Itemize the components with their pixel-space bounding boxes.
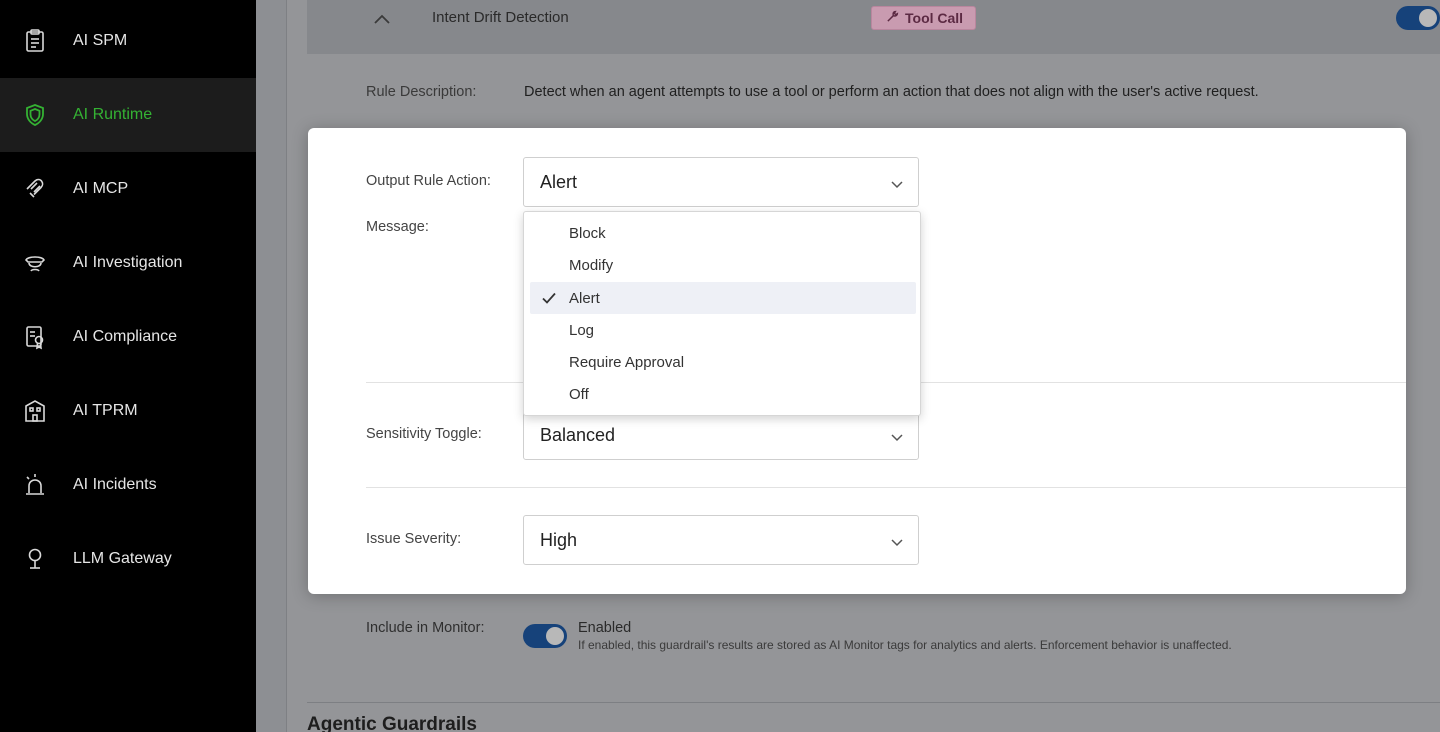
sidebar-item-label: LLM Gateway xyxy=(73,550,172,567)
include-in-monitor-toggle[interactable] xyxy=(523,624,567,648)
compliance-icon xyxy=(22,324,48,350)
section-title: Agentic Guardrails xyxy=(307,714,477,732)
sidebar-item-label: AI SPM xyxy=(73,32,128,49)
option-label: Log xyxy=(569,321,595,339)
badge-label: Tool Call xyxy=(905,10,964,26)
chevron-down-icon xyxy=(890,533,904,547)
clipboard-icon xyxy=(22,28,48,54)
sidebar-item-label: AI Compliance xyxy=(73,328,178,345)
sidebar-item-label: AI Investigation xyxy=(73,254,183,271)
option-require-approval[interactable]: Require Approval xyxy=(530,346,916,378)
option-modify[interactable]: Modify xyxy=(530,249,916,281)
option-label: Alert xyxy=(569,289,600,307)
sidebar-item-ai-incidents[interactable]: AI Incidents xyxy=(0,448,256,522)
sidebar-item-label: AI TPRM xyxy=(73,402,138,419)
issue-severity-select[interactable]: High xyxy=(523,515,919,565)
divider xyxy=(366,487,1406,488)
rule-description-label: Rule Description: xyxy=(366,84,477,100)
chevron-down-icon xyxy=(890,428,904,442)
building-icon xyxy=(22,398,48,424)
sidebar: AI SPM AI Runtime AI MCP AI Investigatio… xyxy=(0,0,256,732)
option-label: Off xyxy=(569,385,589,403)
option-block[interactable]: Block xyxy=(530,217,916,249)
issue-severity-label: Issue Severity: xyxy=(366,531,462,547)
option-log[interactable]: Log xyxy=(530,314,916,346)
sidebar-item-ai-compliance[interactable]: AI Compliance xyxy=(0,300,256,374)
mcp-icon xyxy=(22,176,48,202)
message-label: Message: xyxy=(366,219,429,235)
chevron-down-icon xyxy=(890,175,904,189)
gateway-icon xyxy=(22,546,48,572)
checkmark-icon xyxy=(541,290,557,306)
output-rule-action-dropdown: Block Modify Alert Log Require Approval … xyxy=(523,211,921,416)
monitor-help-text: If enabled, this guardrail's results are… xyxy=(578,638,1232,652)
monitor-status: Enabled xyxy=(578,620,632,636)
option-label: Modify xyxy=(569,256,614,274)
sidebar-item-ai-investigation[interactable]: AI Investigation xyxy=(0,226,256,300)
option-off[interactable]: Off xyxy=(530,378,916,410)
sidebar-item-label: AI Incidents xyxy=(73,476,157,493)
investigator-icon xyxy=(22,250,48,276)
siren-icon xyxy=(22,472,48,498)
option-label: Require Approval xyxy=(569,353,685,371)
chevron-up-icon[interactable] xyxy=(371,8,393,30)
output-rule-action-label: Output Rule Action: xyxy=(366,173,491,189)
output-rule-action-select[interactable]: Alert xyxy=(523,157,919,207)
tool-call-badge: Tool Call xyxy=(871,6,977,30)
rule-title: Intent Drift Detection xyxy=(432,9,569,26)
sidebar-item-ai-spm[interactable]: AI SPM xyxy=(0,4,256,78)
divider xyxy=(307,702,1440,703)
sidebar-item-llm-gateway[interactable]: LLM Gateway xyxy=(0,522,256,596)
rule-description: Detect when an agent attempts to use a t… xyxy=(524,84,1259,100)
rule-enabled-toggle[interactable] xyxy=(1396,6,1440,30)
wrench-icon xyxy=(886,10,899,26)
option-label: Block xyxy=(569,224,606,242)
rule-header[interactable]: Intent Drift Detection Tool Call xyxy=(307,0,1440,54)
shield-icon xyxy=(22,102,48,128)
sidebar-item-ai-tprm[interactable]: AI TPRM xyxy=(0,374,256,448)
sidebar-item-label: AI MCP xyxy=(73,180,129,197)
option-alert[interactable]: Alert xyxy=(530,282,916,314)
select-value: Alert xyxy=(540,171,578,192)
sidebar-item-ai-runtime[interactable]: AI Runtime xyxy=(0,78,256,152)
sidebar-item-label: AI Runtime xyxy=(73,106,153,123)
sensitivity-select[interactable]: Balanced xyxy=(523,410,919,460)
select-value: High xyxy=(540,529,578,550)
sensitivity-toggle-label: Sensitivity Toggle: xyxy=(366,426,482,442)
include-in-monitor-label: Include in Monitor: xyxy=(366,620,485,636)
select-value: Balanced xyxy=(540,424,616,445)
sidebar-item-ai-mcp[interactable]: AI MCP xyxy=(0,152,256,226)
